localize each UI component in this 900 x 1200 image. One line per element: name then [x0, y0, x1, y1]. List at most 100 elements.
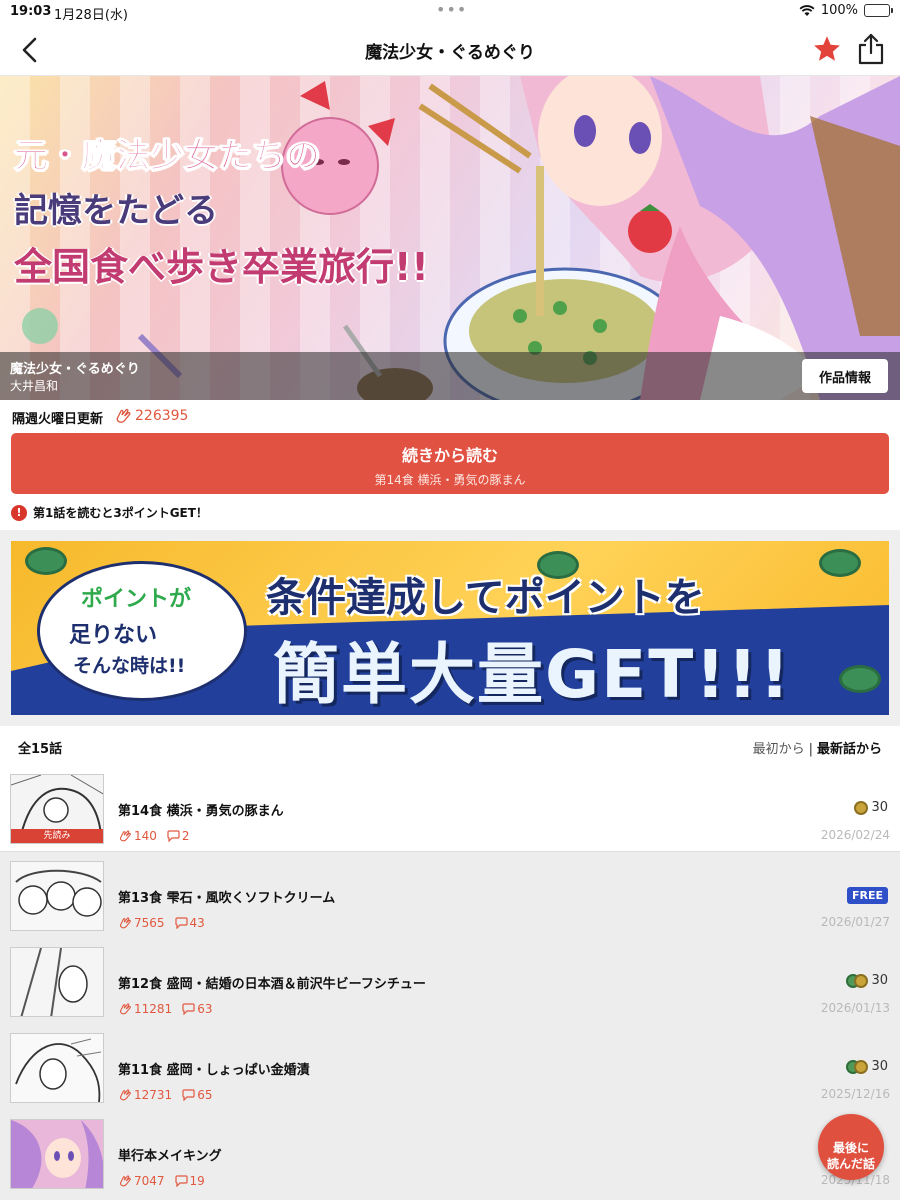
episode-stats: 12731 65: [118, 1088, 212, 1102]
wifi-icon: [799, 4, 815, 16]
comment-icon: [182, 1089, 195, 1101]
catchcopy-line-1: 元・魔法少女たちの: [14, 136, 321, 177]
episode-likes: 140: [134, 829, 157, 843]
episode-title: 第13食 雫石・風吹くソフトクリーム: [118, 891, 336, 906]
episode-date: 2026/01/27: [820, 915, 890, 929]
sort-oldest-button[interactable]: 最初から: [753, 742, 805, 757]
nav-bar: 魔法少女・ぐるめぐり: [0, 24, 900, 76]
episode-row[interactable]: 第11食 盛岡・しょっぱい金婚漬 12731 65 30 2025/12/16: [0, 1025, 900, 1111]
total-likes: 226395: [114, 407, 188, 425]
episode-title: 第12食 盛岡・結婚の日本酒＆前沢牛ビーフシチュー: [118, 977, 426, 992]
battery-percent: 100%: [820, 3, 858, 18]
sort-newest-button[interactable]: 最新話から: [817, 742, 882, 757]
preview-tag: 先読み: [11, 829, 103, 843]
battery-icon: [864, 4, 893, 17]
page-title: 魔法少女・ぐるめぐり: [365, 43, 535, 63]
episode-likes: 7047: [134, 1174, 165, 1188]
episode-thumbnail: [10, 861, 104, 931]
clap-icon: [119, 830, 131, 842]
hero-banner[interactable]: 元・魔法少女たちの 記憶をたどる 全国食べ歩き卒業旅行!! 魔法少女・ぐるめぐり…: [0, 76, 900, 400]
status-date: 1月28日(水): [54, 8, 128, 23]
episode-date: 2025/12/16: [820, 1087, 890, 1101]
series-info-button[interactable]: 作品情報: [802, 359, 888, 393]
episode-comments: 65: [197, 1088, 213, 1102]
episode-price: 30: [854, 800, 888, 815]
bubble-line-1: ポイントが: [81, 587, 192, 612]
episode-price-value: 30: [871, 1059, 888, 1074]
episode-row[interactable]: 第13食 雫石・風吹くソフトクリーム 7565 43 FREE 2026/01/…: [0, 853, 900, 939]
episode-count: 全15話: [18, 742, 63, 757]
episode-row[interactable]: 先読み 第14食 横浜・勇気の豚まん 140 2 30 2026/02/24: [0, 766, 900, 852]
episode-title: 第11食 盛岡・しょっぱい金婚漬: [118, 1063, 310, 1078]
episode-row[interactable]: 単行本メイキング 7047 19 2025/11/18: [0, 1111, 900, 1197]
multitasking-dots-icon[interactable]: •••: [436, 0, 467, 19]
episode-comments: 19: [189, 1174, 205, 1188]
episode-price: FREE: [846, 887, 888, 904]
episode-stats: 140 2: [118, 829, 190, 843]
episode-stats: 7565 43: [118, 916, 205, 930]
continue-reading-label: 続きから読む: [401, 446, 498, 465]
episode-thumbnail: [10, 1119, 104, 1189]
last-read-button[interactable]: 最後に 読んだ話: [818, 1114, 884, 1180]
clap-icon: [116, 408, 131, 423]
banner-headline-1: 条件達成してポイントを: [266, 575, 705, 621]
last-read-line-2: 読んだ話: [826, 1156, 875, 1171]
series-author[interactable]: 大井昌和: [10, 377, 58, 394]
episode-price-value: 30: [871, 973, 888, 988]
episode-list-header: 全15話 最初から | 最新話から: [0, 726, 900, 766]
clap-icon: [119, 1003, 131, 1015]
status-bar: 19:03 1月28日(水) ••• 100%: [0, 0, 900, 24]
episode-title: 単行本メイキング: [118, 1149, 222, 1164]
coin-icon: [25, 547, 67, 575]
clap-icon: [119, 1175, 131, 1187]
share-icon[interactable]: [856, 32, 886, 66]
status-right: 100%: [799, 3, 893, 18]
coin-icon: [839, 665, 881, 693]
episode-comments: 63: [197, 1002, 213, 1016]
episode-price: 30: [846, 1059, 888, 1074]
last-read-line-1: 最後に: [832, 1140, 869, 1155]
status-time: 19:03: [10, 4, 52, 19]
banner-headline-2: 簡単大量GET!!!: [273, 636, 792, 713]
episode-comments: 43: [189, 916, 205, 930]
continue-reading-episode: 第14食 横浜・勇気の豚まん: [374, 473, 526, 487]
hero-caption: 魔法少女・ぐるめぐり 大井昌和: [0, 352, 900, 400]
paid-coin-icon: [854, 800, 869, 815]
catchcopy-line-3: 全国食べ歩き卒業旅行!!: [14, 245, 429, 289]
comment-icon: [167, 830, 180, 842]
episode-stats: 7047 19: [118, 1174, 205, 1188]
episode-likes: 11281: [134, 1002, 173, 1016]
episode-date: 2026/02/24: [820, 828, 890, 842]
thumbnail-art: [11, 1034, 103, 1102]
episode-likes: 12731: [134, 1088, 173, 1102]
episode-row[interactable]: 第12食 盛岡・結婚の日本酒＆前沢牛ビーフシチュー 11281 63 30 20…: [0, 939, 900, 1025]
update-schedule: 隔週火曜日更新: [12, 412, 104, 427]
clap-icon: [119, 917, 131, 929]
bubble-line-2: 足りない: [69, 623, 158, 648]
episode-thumbnail: [10, 1033, 104, 1103]
episode-comments: 2: [181, 829, 190, 843]
episode-price-value: 30: [871, 800, 888, 815]
points-campaign-banner[interactable]: ポイントが 足りない そんな時は!! 条件達成してポイントを 簡単大量GET!!…: [11, 541, 889, 715]
thumbnail-art: [11, 862, 103, 930]
thumbnail-art: [11, 1120, 103, 1188]
points-notice-text: 第1話を読むと3ポイントGET！: [33, 506, 208, 520]
comment-icon: [174, 917, 188, 929]
episode-title: 第14食 横浜・勇気の豚まん: [118, 804, 284, 819]
comment-icon: [174, 1175, 188, 1187]
continue-reading-button[interactable]: 続きから読む 第14食 横浜・勇気の豚まん: [11, 433, 889, 494]
free-badge: FREE: [846, 887, 888, 904]
total-likes-count: 226395: [135, 408, 189, 424]
episode-thumbnail: 先読み: [10, 774, 104, 844]
bubble-line-3: そんな時は!!: [73, 655, 186, 677]
star-icon[interactable]: [812, 34, 842, 64]
paid-coin-icon: [854, 973, 869, 988]
episode-likes: 7565: [134, 916, 165, 930]
thumbnail-art: [11, 948, 103, 1016]
episode-stats: 11281 63: [118, 1002, 212, 1016]
episode-list: 先読み 第14食 横浜・勇気の豚まん 140 2 30 2026/02/24 第…: [0, 766, 900, 1200]
episode-date: 2026/01/13: [820, 1001, 890, 1015]
episode-thumbnail: [10, 947, 104, 1017]
clap-icon: [119, 1089, 131, 1101]
sort-toggle: 最初から | 最新話から: [753, 738, 882, 757]
